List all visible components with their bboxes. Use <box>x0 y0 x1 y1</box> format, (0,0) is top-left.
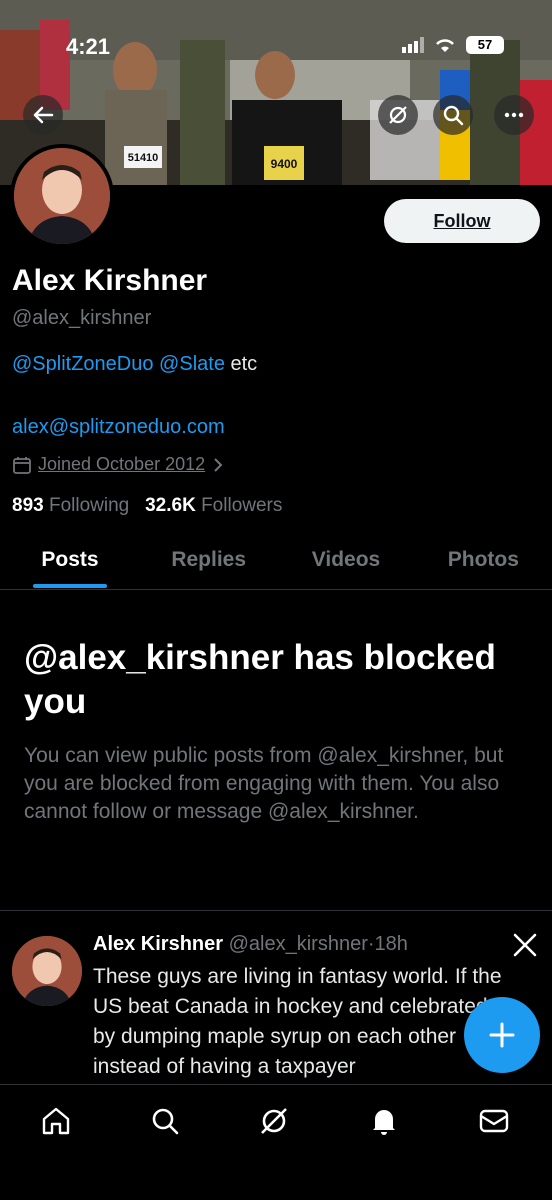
profile-email-link[interactable]: alex@splitzoneduo.com <box>12 416 225 439</box>
bio-link-slate[interactable]: @Slate <box>159 353 225 375</box>
nav-notifications[interactable] <box>366 1103 402 1139</box>
grok-nav-icon <box>261 1108 287 1134</box>
profile-tabs: Posts Replies Videos Photos <box>0 536 552 590</box>
post-author[interactable]: Alex Kirshner <box>93 933 223 955</box>
post-text[interactable]: These guys are living in fantasy world. … <box>93 962 513 1082</box>
signal-icon <box>402 37 424 53</box>
status-icons: 57 <box>402 36 504 54</box>
battery-indicator: 57 <box>466 36 504 54</box>
bib-number-2: 9400 <box>271 157 298 171</box>
post-handle[interactable]: @alex_kirshner <box>229 933 368 955</box>
x-logo-icon <box>512 932 538 963</box>
post-avatar[interactable] <box>12 936 82 1006</box>
status-bar: 4:21 57 <box>0 0 552 90</box>
profile-avatar[interactable] <box>10 144 114 248</box>
divider <box>0 910 552 911</box>
nav-grok[interactable] <box>256 1103 292 1139</box>
search-icon <box>443 105 464 126</box>
avatar-photo <box>14 148 110 244</box>
profile-name: Alex Kirshner <box>12 264 208 297</box>
joined-date[interactable]: Joined October 2012 <box>12 454 225 475</box>
status-time: 4:21 <box>66 34 111 59</box>
bio-link-splitzoneduo[interactable]: @SplitZoneDuo <box>12 353 153 375</box>
tab-videos[interactable]: Videos <box>277 536 414 589</box>
bio-text: etc <box>230 353 258 375</box>
blocked-title: @alex_kirshner has blocked you <box>24 638 496 721</box>
post-header: Alex Kirshner @alex_kirshner·18h <box>93 933 408 956</box>
following-count: 893 <box>12 495 44 516</box>
bib-number-1: 51410 <box>128 152 159 164</box>
followers-link[interactable]: 32.6K Followers <box>145 495 282 516</box>
follow-stats: 893 Following 32.6K Followers <box>12 495 282 517</box>
wifi-icon <box>436 39 454 52</box>
back-button[interactable] <box>23 95 63 135</box>
more-button[interactable] <box>494 95 534 135</box>
nav-messages[interactable] <box>476 1103 512 1139</box>
compose-button[interactable] <box>464 997 540 1073</box>
profile-bio: @SplitZoneDuo @Slate etc <box>12 353 257 376</box>
plus-icon <box>489 1022 515 1048</box>
search-button[interactable] <box>433 95 473 135</box>
chevron-right-icon <box>214 457 223 472</box>
bottom-nav <box>0 1084 552 1200</box>
calendar-icon <box>13 456 31 474</box>
follow-button[interactable]: Follow <box>384 199 540 243</box>
following-label: Following <box>48 495 130 516</box>
post-time[interactable]: 18h <box>375 933 408 955</box>
profile-handle: @alex_kirshner <box>12 307 152 329</box>
followers-count: 32.6K <box>145 495 196 516</box>
post-separator: · <box>367 933 375 955</box>
tab-replies[interactable]: Replies <box>140 536 277 589</box>
grok-button[interactable] <box>378 95 418 135</box>
grok-icon <box>389 106 407 124</box>
mail-icon <box>479 1109 509 1133</box>
explore-search-icon <box>152 1108 179 1135</box>
nav-explore[interactable] <box>147 1103 183 1139</box>
post-avatar-photo <box>12 936 82 1006</box>
joined-text: Joined October 2012 <box>38 454 206 474</box>
blocked-body: You can view public posts from @alex_kir… <box>24 744 504 823</box>
more-icon <box>504 112 524 118</box>
nav-home[interactable] <box>38 1103 74 1139</box>
bell-icon <box>373 1110 395 1135</box>
followers-label: Followers <box>201 495 283 516</box>
tab-posts[interactable]: Posts <box>0 536 140 589</box>
back-arrow-icon <box>33 106 54 124</box>
tab-photos[interactable]: Photos <box>415 536 552 589</box>
home-icon <box>42 1107 70 1135</box>
following-link[interactable]: 893 Following <box>12 495 129 516</box>
